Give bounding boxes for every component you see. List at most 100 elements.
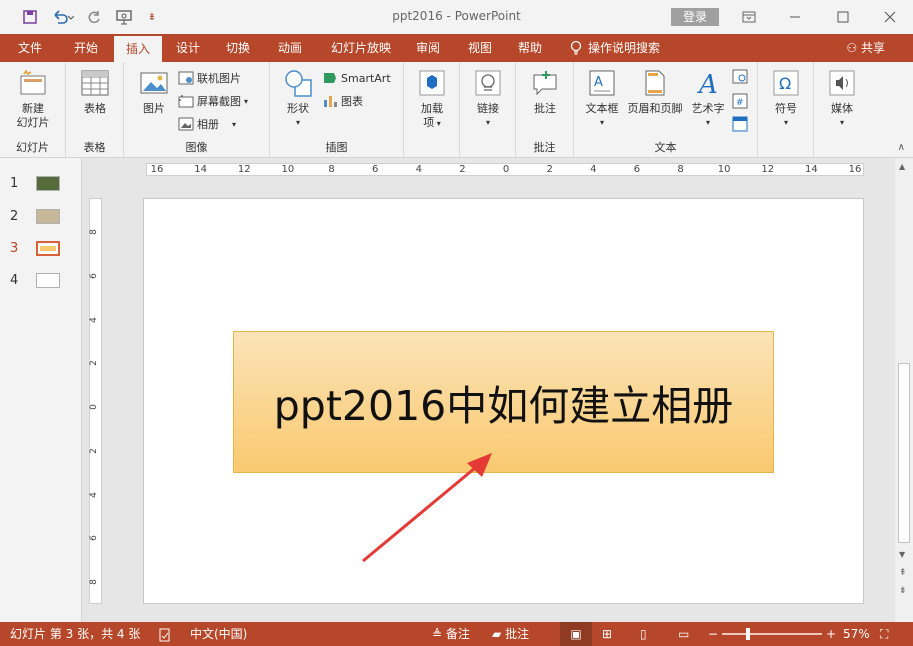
link-button[interactable]: 链接 ▾	[470, 68, 506, 130]
header-footer-button[interactable]: 页眉和页脚	[624, 68, 686, 116]
ribbon-display-options-icon[interactable]	[734, 6, 764, 28]
textbox-icon: A	[587, 68, 617, 98]
new-slide-label-2: 幻灯片	[16, 116, 50, 129]
comments-button[interactable]: ▰ 批注	[492, 622, 529, 646]
close-icon[interactable]	[875, 6, 905, 28]
ruler-label: 6	[633, 164, 641, 175]
addins-button[interactable]: 加载 项 ▾	[414, 68, 450, 131]
slide-count-status[interactable]: 幻灯片 第 3 张，共 4 张	[10, 622, 140, 646]
thumbnail-slide-4[interactable]: 4	[10, 268, 60, 292]
thumbnail-image	[36, 175, 60, 191]
scroll-up-icon[interactable]: ▲	[899, 162, 905, 171]
photo-album-dropdown-icon: ▾	[232, 119, 237, 129]
notes-button[interactable]: ≜ 备注	[432, 622, 470, 646]
tab-file[interactable]: 文件	[0, 34, 60, 62]
tab-help[interactable]: 帮助	[508, 34, 552, 62]
title-bar: ⇟ ppt2016 - PowerPoint 登录	[0, 0, 913, 34]
ruler-label: 6	[371, 164, 379, 175]
header-footer-label: 页眉和页脚	[627, 102, 683, 115]
slide-number-button[interactable]: #	[732, 91, 748, 111]
smartart-button[interactable]: SmartArt	[322, 68, 391, 88]
slide-thumbnails-pane: 1 2 3 4	[0, 158, 82, 622]
link-label: 链接	[477, 102, 499, 115]
svg-text:Ω: Ω	[779, 74, 791, 93]
reading-view-icon[interactable]: ▯	[640, 622, 647, 646]
collapse-ribbon-icon[interactable]: ∧	[898, 142, 905, 153]
language-status[interactable]: 中文(中国)	[190, 622, 247, 646]
photo-album-button[interactable]: 相册 ▾	[178, 114, 236, 134]
tab-view[interactable]: 视图	[458, 34, 502, 62]
login-button[interactable]: 登录	[671, 8, 719, 26]
shapes-label: 形状	[287, 102, 309, 115]
zoom-in-icon[interactable]: +	[826, 622, 836, 646]
media-button[interactable]: 媒体 ▾	[824, 68, 860, 130]
group-label-images: 图像	[185, 141, 208, 154]
object-button[interactable]	[732, 114, 748, 134]
omega-icon: Ω	[771, 68, 801, 98]
spellcheck-icon[interactable]	[158, 622, 172, 646]
vertical-scrollbar[interactable]: ▲ ▼ ⇞ ⇟	[895, 158, 913, 622]
thumbnail-number: 3	[10, 240, 19, 256]
minimize-icon[interactable]	[780, 6, 810, 28]
photo-album-label: 相册	[197, 118, 219, 131]
picture-label: 图片	[143, 102, 165, 115]
group-comments: 批注 批注	[516, 62, 574, 158]
scrollbar-thumb[interactable]	[898, 363, 910, 543]
lightbulb-icon	[570, 40, 582, 55]
fit-to-window-icon[interactable]: ⛶	[880, 622, 888, 646]
ruler-label: 12	[237, 164, 251, 175]
notes-label: 备注	[445, 627, 470, 641]
svg-text:#: #	[736, 98, 744, 108]
picture-button[interactable]: 图片	[134, 68, 174, 116]
slideshow-icon[interactable]: ▭	[678, 622, 689, 646]
thumbnail-number: 2	[10, 208, 19, 224]
tab-review[interactable]: 审阅	[406, 34, 450, 62]
zoom-slider-thumb[interactable]	[746, 628, 750, 640]
status-bar: 幻灯片 第 3 张，共 4 张 中文(中国) ≜ 备注 ▰ 批注 ▣ ⊞ ▯ ▭…	[0, 622, 913, 646]
tab-home[interactable]: 开始	[62, 34, 110, 62]
link-icon	[473, 68, 503, 98]
zoom-out-icon[interactable]: −	[708, 622, 718, 646]
ruler-label: 8	[677, 164, 684, 175]
annotation-arrow	[362, 453, 492, 563]
comment-button[interactable]: 批注	[526, 68, 564, 116]
normal-view-icon[interactable]: ▣	[560, 622, 592, 646]
ruler-label: 6	[88, 535, 99, 542]
group-label-text: 文本	[654, 141, 677, 154]
horizontal-ruler: 16 14 12 10 8 6 4 2 0 2 4 6 8 10 12 14 16	[146, 163, 864, 176]
wordart-button[interactable]: A 艺术字 ▾	[688, 68, 728, 130]
ruler-label: 0	[88, 404, 99, 410]
comments-icon: ▰	[492, 627, 502, 641]
textbox-button[interactable]: A 文本框 ▾	[582, 68, 622, 130]
tab-insert[interactable]: 插入	[114, 36, 162, 62]
zoom-slider[interactable]	[722, 628, 822, 640]
thumbnail-slide-3[interactable]: 3	[10, 236, 60, 260]
tab-animations[interactable]: 动画	[266, 34, 314, 62]
table-button[interactable]: 表格	[78, 68, 112, 116]
new-slide-button[interactable]: 新建 幻灯片	[8, 68, 58, 130]
scroll-down-icon[interactable]: ▼	[899, 550, 905, 559]
ruler-label: 4	[88, 316, 99, 323]
symbol-button[interactable]: Ω 符号 ▾	[768, 68, 804, 130]
tell-me-search[interactable]: 操作说明搜索	[566, 34, 676, 62]
ruler-label: 8	[88, 229, 99, 235]
slide-sorter-icon[interactable]: ⊞	[602, 622, 612, 646]
photo-album-icon	[178, 116, 194, 132]
comment-icon	[530, 68, 560, 98]
online-pictures-button[interactable]: 联机图片	[178, 68, 241, 88]
thumbnail-slide-1[interactable]: 1	[10, 171, 60, 195]
shapes-button[interactable]: 形状 ▾	[278, 68, 318, 130]
chart-button[interactable]: 图表	[322, 91, 363, 111]
maximize-icon[interactable]	[828, 6, 858, 28]
thumbnail-slide-2[interactable]: 2	[10, 204, 60, 228]
tab-transitions[interactable]: 切换	[214, 34, 262, 62]
tab-design[interactable]: 设计	[164, 34, 212, 62]
textbox-label: 文本框	[585, 102, 619, 115]
date-time-button[interactable]	[732, 66, 748, 86]
screenshot-button[interactable]: 屏幕截图 ▾	[178, 91, 248, 111]
previous-slide-icon[interactable]: ⇞	[899, 568, 907, 578]
zoom-level[interactable]: 57%	[843, 622, 870, 646]
tab-slideshow[interactable]: 幻灯片放映	[322, 34, 400, 62]
next-slide-icon[interactable]: ⇟	[899, 586, 907, 596]
share-button[interactable]: ⚇ 共享	[846, 34, 885, 62]
